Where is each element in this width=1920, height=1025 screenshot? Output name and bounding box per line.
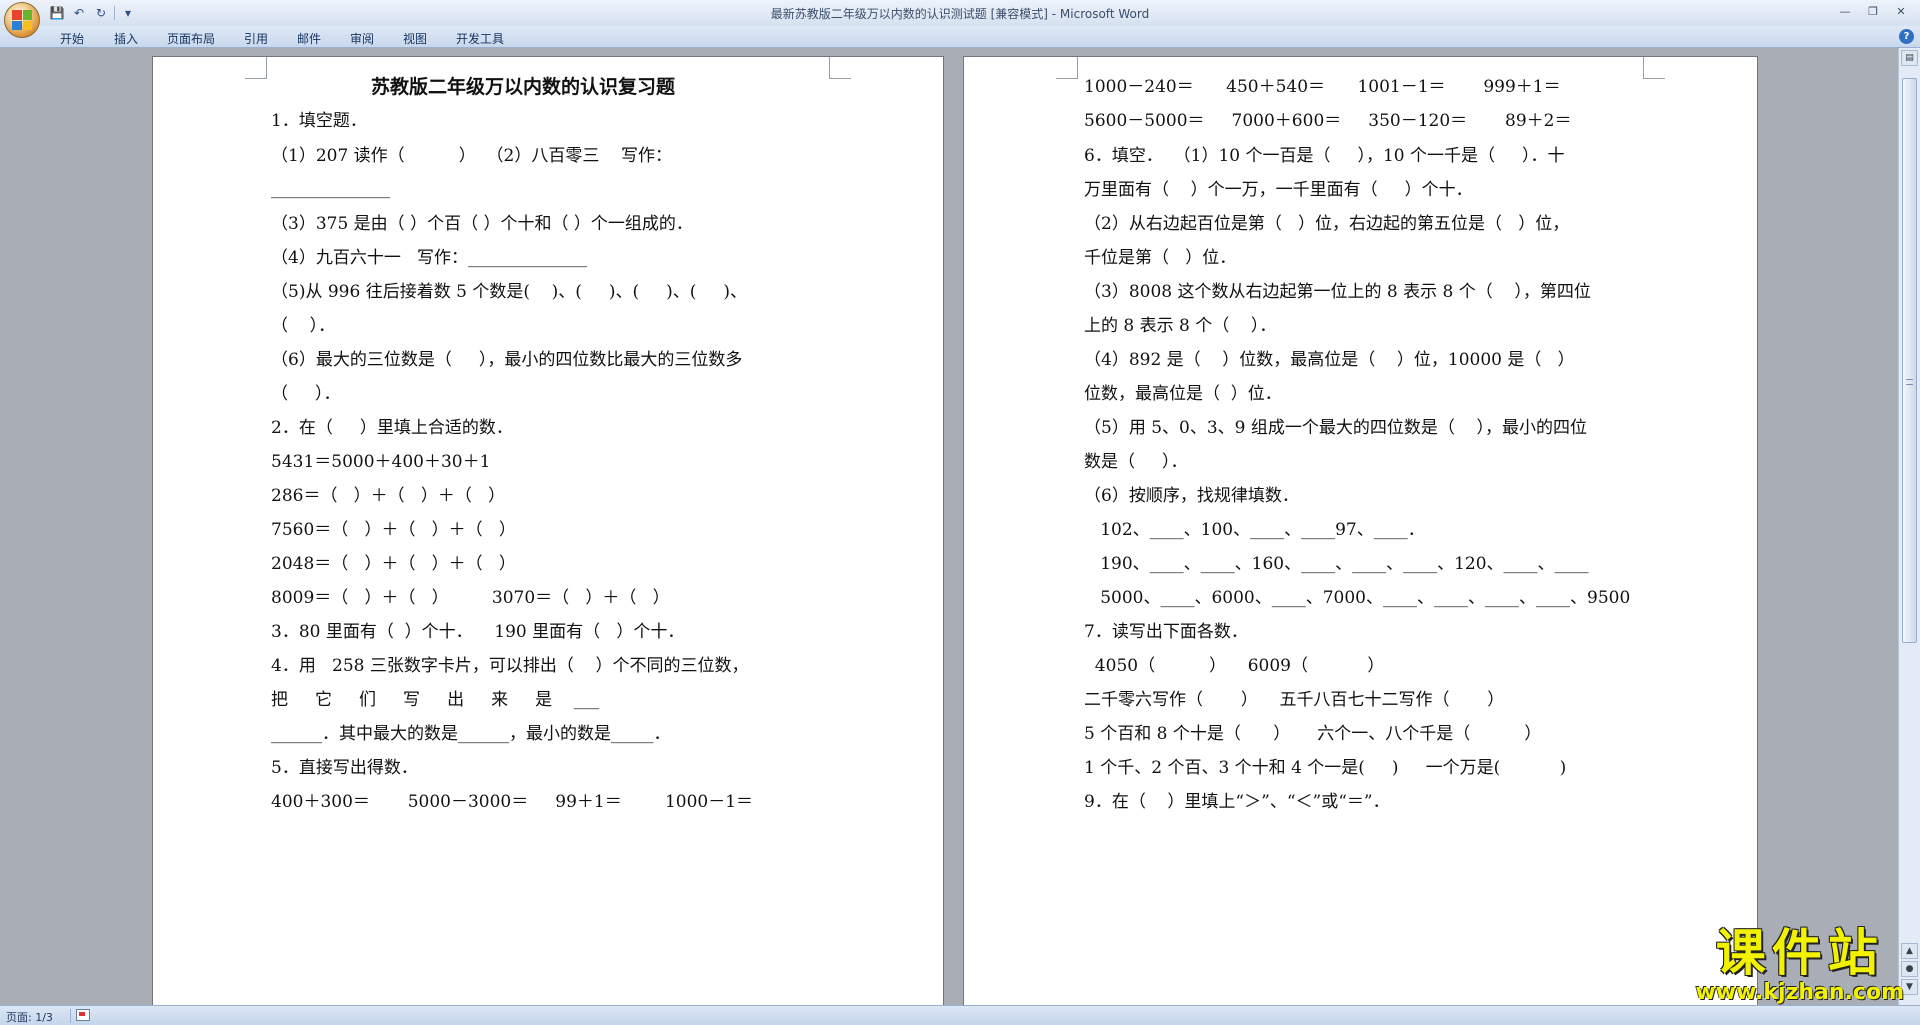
text-line: （2）从右边起百位是第（ ）位，右边起的第五位是（ ）位，	[1084, 214, 1570, 234]
ribbon-tab-bar: 开始 插入 页面布局 引用 邮件 审阅 视图 开发工具 ?	[0, 26, 1920, 48]
ruler-toggle-icon[interactable]: ▤	[1901, 50, 1918, 66]
text-line: 7560＝（ ）＋（ ）＋（ ）	[271, 520, 516, 540]
status-separator	[70, 1009, 71, 1023]
vertical-scrollbar[interactable]: ▤ ▲ ● ▼	[1898, 48, 1920, 1005]
text-line: 5600－5000＝ 7000＋600＝ 350－120＝ 89＋2＝	[1084, 111, 1572, 131]
text-line: 数是（ ）．	[1084, 452, 1188, 472]
text-line: 7．读写出下面各数．	[1084, 622, 1248, 642]
text-line: （4）892 是（ ）位数，最高位是（ ）位，10000 是（ ）	[1084, 350, 1575, 370]
office-logo-icon	[12, 10, 32, 30]
tab-mailings[interactable]: 邮件	[297, 30, 321, 47]
text-line: （ ）．	[271, 316, 336, 336]
watermark-url: www.kjzhan.com	[1695, 980, 1904, 1005]
text-line: 9．在（ ）里填上“＞”、“＜”或“＝”．	[1084, 792, 1390, 812]
text-line: 5 个百和 8 个十是（ ） 六个一、八个千是（ ）	[1084, 724, 1542, 744]
text-line: （ ）．	[271, 384, 341, 404]
help-icon[interactable]: ?	[1899, 29, 1914, 44]
text-line: 万里面有（ ）个一万，一千里面有（ ）个十．	[1084, 180, 1473, 200]
text-line: 1 个千、2 个百、3 个十和 4 个一是( ) 一个万是( )	[1084, 758, 1567, 778]
document-page-2[interactable]: 1000－240＝ 450＋540＝ 1001－1＝ 999＋1＝ 5600－5…	[963, 56, 1758, 1005]
text-line: （6）最大的三位数是（ ），最小的四位数比最大的三位数多	[271, 350, 743, 370]
text-line: 上的 8 表示 8 个（ ）．	[1084, 316, 1277, 336]
watermark: 课件站 www.kjzhan.com	[1695, 925, 1904, 1005]
text-line: （4）九百六十一 写作：______________	[271, 248, 588, 268]
restore-button[interactable]: ❐	[1860, 2, 1886, 20]
watermark-logo: 课件站	[1715, 924, 1884, 982]
crop-mark	[1056, 57, 1078, 79]
text-line: 102、____、100、____、____97、____．	[1084, 520, 1425, 540]
crop-mark	[829, 57, 851, 79]
text-line: 6．填空． （1）10 个一百是（ ），10 个一千是（ ）．十	[1084, 146, 1565, 166]
text-line: ______．其中最大的数是______，最小的数是_____．	[271, 724, 671, 744]
page-count-status[interactable]: 页面: 1/3	[6, 1009, 53, 1025]
scrollbar-thumb[interactable]	[1902, 78, 1917, 643]
close-button[interactable]: ✕	[1888, 2, 1914, 20]
text-line: 286＝（ ）＋（ ）＋（ ）	[271, 486, 506, 506]
text-line: 千位是第（ ）位．	[1084, 248, 1237, 268]
text-line: 二千零六写作（ ） 五千八百七十二写作（ ）	[1084, 690, 1505, 710]
tab-page-layout[interactable]: 页面布局	[167, 30, 215, 47]
tab-developer[interactable]: 开发工具	[456, 30, 504, 47]
tab-references[interactable]: 引用	[244, 30, 268, 47]
window-controls: — ❐ ✕	[1832, 2, 1914, 20]
proofing-icon[interactable]	[76, 1009, 90, 1021]
text-line: （5)从 996 往后接着数 5 个数是( )、( )、( )、( )、	[271, 282, 748, 302]
crop-mark	[245, 57, 267, 79]
minimize-button[interactable]: —	[1832, 2, 1858, 20]
text-line: 1．填空题．	[271, 111, 367, 131]
text-line: （3）8008 这个数从右边起第一位上的 8 表示 8 个（ ），第四位	[1084, 282, 1591, 302]
text-line: 5000、____、6000、____、7000、____、____、____、…	[1084, 588, 1631, 608]
text-line: 190、____、____、160、____、____、____、120、___…	[1084, 554, 1589, 574]
text-line: 8009＝（ ）＋（ ） 3070＝（ ）＋（ ）	[271, 588, 670, 608]
text-line: （5）用 5、0、3、9 组成一个最大的四位数是（ ），最小的四位	[1084, 418, 1588, 438]
window-title: 最新苏教版二年级万以内数的认识测试题 [兼容模式] - Microsoft Wo…	[770, 7, 1150, 21]
text-line: 把 它 们 写 出 来 是 ___	[271, 690, 600, 710]
tab-view[interactable]: 视图	[403, 30, 427, 47]
document-title: 苏教版二年级万以内数的认识复习题	[371, 76, 676, 98]
tab-review[interactable]: 审阅	[350, 30, 374, 47]
text-line: 2．在（ ）里填上合适的数．	[271, 418, 513, 438]
status-bar: 页面: 1/3	[0, 1005, 1920, 1025]
title-bar: 💾 ↶ ↻ ▾ 最新苏教版二年级万以内数的认识测试题 [兼容模式] - Micr…	[0, 0, 1920, 38]
text-line: （1）207 读作（ ） （2）八百零三 写作：	[271, 146, 672, 166]
text-line: （3）375 是由（ ）个百（ ）个十和（ ）个一组成的．	[271, 214, 693, 234]
text-line: （6）按顺序，找规律填数．	[1084, 486, 1299, 506]
scrollbar-grip-icon	[1906, 379, 1913, 385]
text-line: 4050（ ） 6009（ ）	[1084, 656, 1385, 676]
text-line: 1000－240＝ 450＋540＝ 1001－1＝ 999＋1＝	[1084, 77, 1561, 97]
text-line: 400＋300＝ 5000－3000＝ 99＋1＝ 1000－1＝	[271, 792, 754, 812]
tab-insert[interactable]: 插入	[114, 30, 138, 47]
document-page-1[interactable]: 苏教版二年级万以内数的认识复习题 1．填空题． （1）207 读作（ ） （2）…	[152, 56, 944, 1005]
text-line: ______________	[271, 179, 390, 199]
text-line: 5431＝5000＋400＋30＋1	[271, 452, 491, 472]
text-line: 位数，最高位是（ ）位．	[1084, 384, 1282, 404]
document-workspace: 苏教版二年级万以内数的认识复习题 1．填空题． （1）207 读作（ ） （2）…	[0, 48, 1898, 1005]
office-button[interactable]	[4, 2, 40, 38]
text-line: 3．80 里面有（ ）个十． 190 里面有（ ）个十．	[271, 622, 685, 642]
text-line: 5．直接写出得数．	[271, 758, 418, 778]
crop-mark	[1643, 57, 1665, 79]
tab-home[interactable]: 开始	[60, 30, 84, 47]
text-line: 4．用 258 三张数字卡片，可以排出（ ）个不同的三位数，	[271, 656, 749, 676]
text-line: 2048＝（ ）＋（ ）＋（ ）	[271, 554, 516, 574]
